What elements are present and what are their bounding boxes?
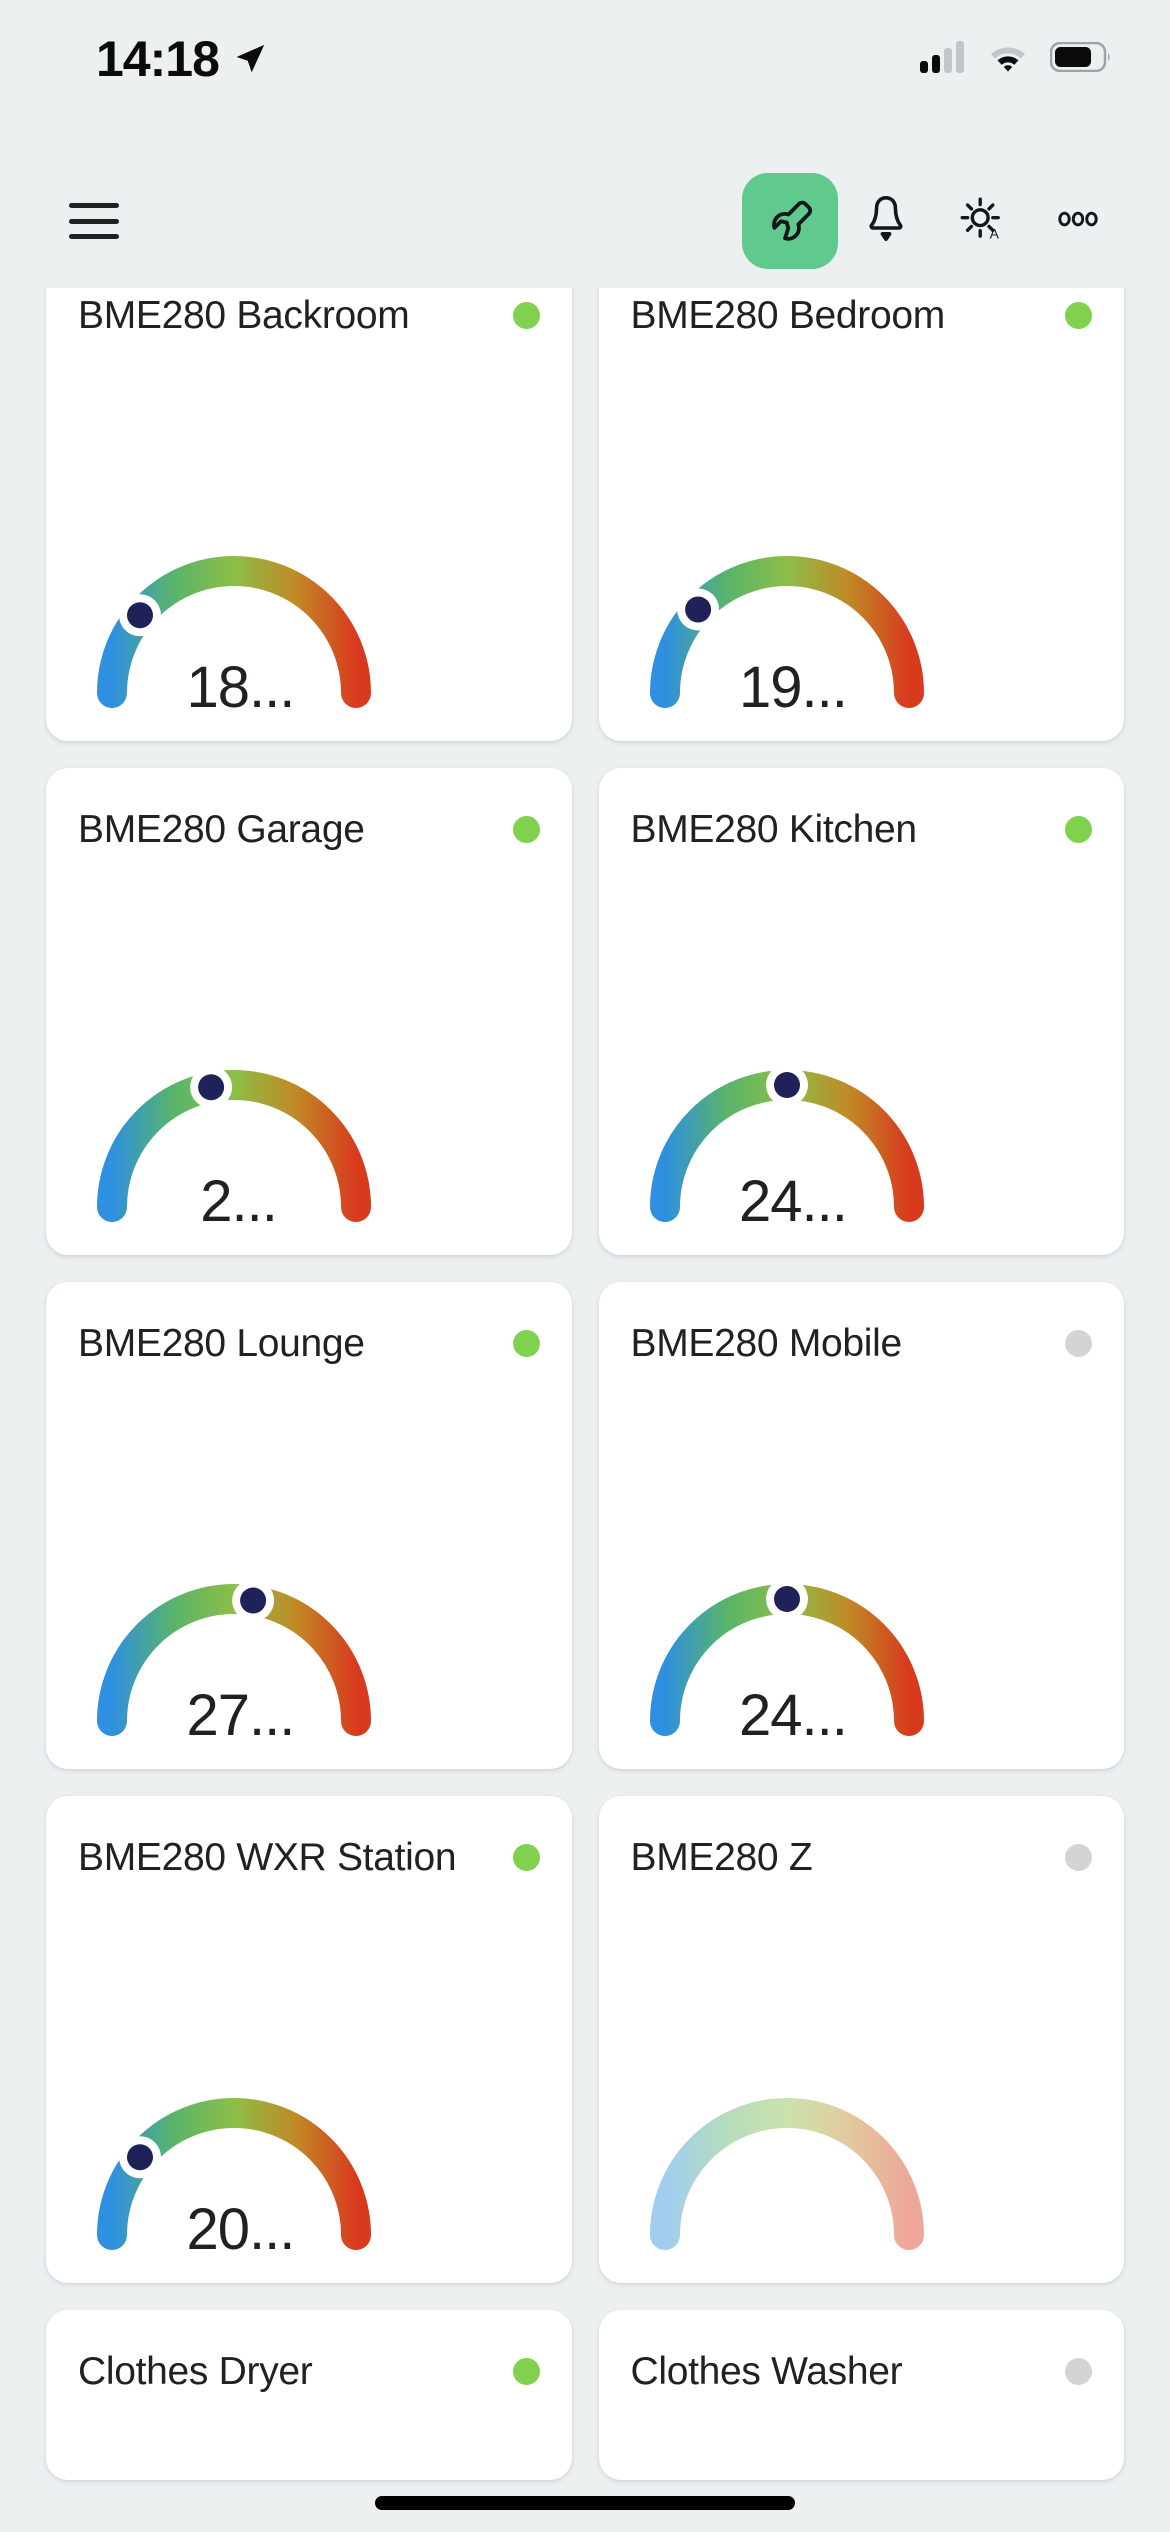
card-title: BME280 Backroom: [78, 294, 410, 337]
gauge-chart: 19...: [637, 543, 937, 717]
brightness-auto-icon: A: [955, 192, 1009, 251]
status-bar-right: [920, 40, 1112, 78]
gauge-value: 27...: [186, 1683, 296, 1748]
gauge-chart: 2...: [84, 1057, 384, 1231]
entity-card[interactable]: BME280 Bedroom 19...: [598, 288, 1124, 741]
status-badge: [1065, 1330, 1092, 1357]
status-badge: [512, 302, 540, 329]
card-title: BME280 Lounge: [78, 1322, 365, 1365]
entity-card[interactable]: BME280 Mobile 24...: [598, 1282, 1124, 1769]
gauge-container: 24...: [631, 857, 1093, 1231]
card-grid: BME280 Backroom 18... BME280 Bedroom 19... B…: [0, 288, 1170, 2480]
gauge-value: 19...: [739, 655, 848, 720]
card-header: Clothes Dryer: [78, 2344, 540, 2399]
card-title: BME280 Bedroom: [630, 294, 946, 337]
dashboard-scroll-area[interactable]: BME280 Backroom 18... BME280 Bedroom 19... B…: [0, 288, 1170, 2532]
status-badge: [1065, 816, 1092, 843]
toolbar-actions: A: [742, 173, 1126, 269]
card-title: BME280 Mobile: [630, 1322, 903, 1365]
status-bar: 14:18: [0, 0, 1170, 118]
status-time: 14:18: [96, 31, 220, 87]
wrench-icon: [763, 192, 817, 251]
app-toolbar: A: [0, 160, 1170, 282]
card-header: BME280 Bedroom: [630, 288, 1092, 343]
gauge-container: 18...: [78, 343, 540, 717]
location-arrow-icon: [233, 42, 267, 76]
status-badge: [1065, 302, 1092, 329]
battery-icon: [1049, 41, 1112, 77]
gauge-chart: 24...: [637, 1571, 937, 1745]
gauge-chart: 27...: [84, 1571, 384, 1745]
card-title: BME280 WXR Station: [78, 1836, 457, 1879]
status-badge: [512, 1844, 540, 1871]
gauge-chart: 20...: [84, 2085, 384, 2259]
status-badge: [1065, 2358, 1092, 2385]
status-badge: [512, 816, 540, 843]
card-header: BME280 Backroom: [78, 288, 540, 343]
gauge-chart: 18...: [84, 543, 384, 717]
svg-text:A: A: [990, 225, 1000, 241]
entity-card[interactable]: Clothes Washer: [598, 2310, 1124, 2480]
edit-dashboard-button[interactable]: [742, 173, 838, 269]
status-badge: [512, 2358, 540, 2385]
card-header: BME280 Lounge: [78, 1316, 540, 1371]
gauge-value: 2...: [200, 1169, 278, 1234]
card-title: Clothes Dryer: [78, 2350, 313, 2393]
gauge-container: 2...: [78, 857, 540, 1231]
card-header: BME280 Z: [630, 1830, 1092, 1885]
card-title: BME280 Garage: [78, 808, 365, 851]
gauge-container: 19...: [631, 343, 1093, 717]
wifi-icon: [986, 41, 1030, 78]
gauge-container: [631, 1885, 1093, 2255]
gauge-container: 24...: [631, 1371, 1093, 1745]
gauge-container: 27...: [78, 1371, 540, 1745]
gauge-value: 24...: [739, 1683, 848, 1748]
entity-card[interactable]: BME280 Backroom 18...: [46, 288, 572, 741]
gauge-chart: 24...: [637, 1057, 937, 1231]
toolbar-left: [46, 173, 142, 269]
theme-brightness-button[interactable]: A: [934, 173, 1030, 269]
hamburger-menu-button[interactable]: [46, 173, 142, 269]
gauge-container: 20...: [78, 1885, 540, 2259]
card-title: BME280 Z: [630, 1836, 813, 1879]
three-dots-icon: [1051, 192, 1105, 251]
gauge-chart: [637, 2085, 937, 2253]
card-title: Clothes Washer: [630, 2350, 903, 2393]
status-badge: [1065, 1844, 1092, 1871]
entity-card[interactable]: BME280 WXR Station 20...: [46, 1796, 572, 2283]
entity-card[interactable]: Clothes Dryer: [46, 2310, 572, 2480]
card-header: BME280 WXR Station: [78, 1830, 540, 1885]
card-header: BME280 Mobile: [630, 1316, 1092, 1371]
entity-card[interactable]: BME280 Garage 2...: [46, 768, 572, 1255]
hamburger-menu-icon: [69, 203, 119, 239]
card-title: BME280 Kitchen: [630, 808, 918, 851]
gauge-value: 20...: [186, 2197, 296, 2262]
gauge-value: 24...: [739, 1169, 848, 1234]
status-bar-left: 14:18: [96, 34, 267, 84]
card-header: Clothes Washer: [630, 2344, 1092, 2399]
entity-card[interactable]: BME280 Kitchen 24...: [598, 768, 1124, 1255]
status-badge: [512, 1330, 540, 1357]
card-header: BME280 Kitchen: [630, 802, 1092, 857]
notifications-button[interactable]: [838, 173, 934, 269]
entity-card[interactable]: BME280 Lounge 27...: [46, 1282, 572, 1769]
bell-icon: [859, 192, 913, 251]
entity-card[interactable]: BME280 Z: [598, 1796, 1124, 2283]
home-indicator: [375, 2496, 795, 2510]
overflow-menu-button[interactable]: [1030, 173, 1126, 269]
card-header: BME280 Garage: [78, 802, 540, 857]
cellular-signal-icon: [920, 40, 966, 78]
gauge-value: 18...: [186, 655, 296, 720]
